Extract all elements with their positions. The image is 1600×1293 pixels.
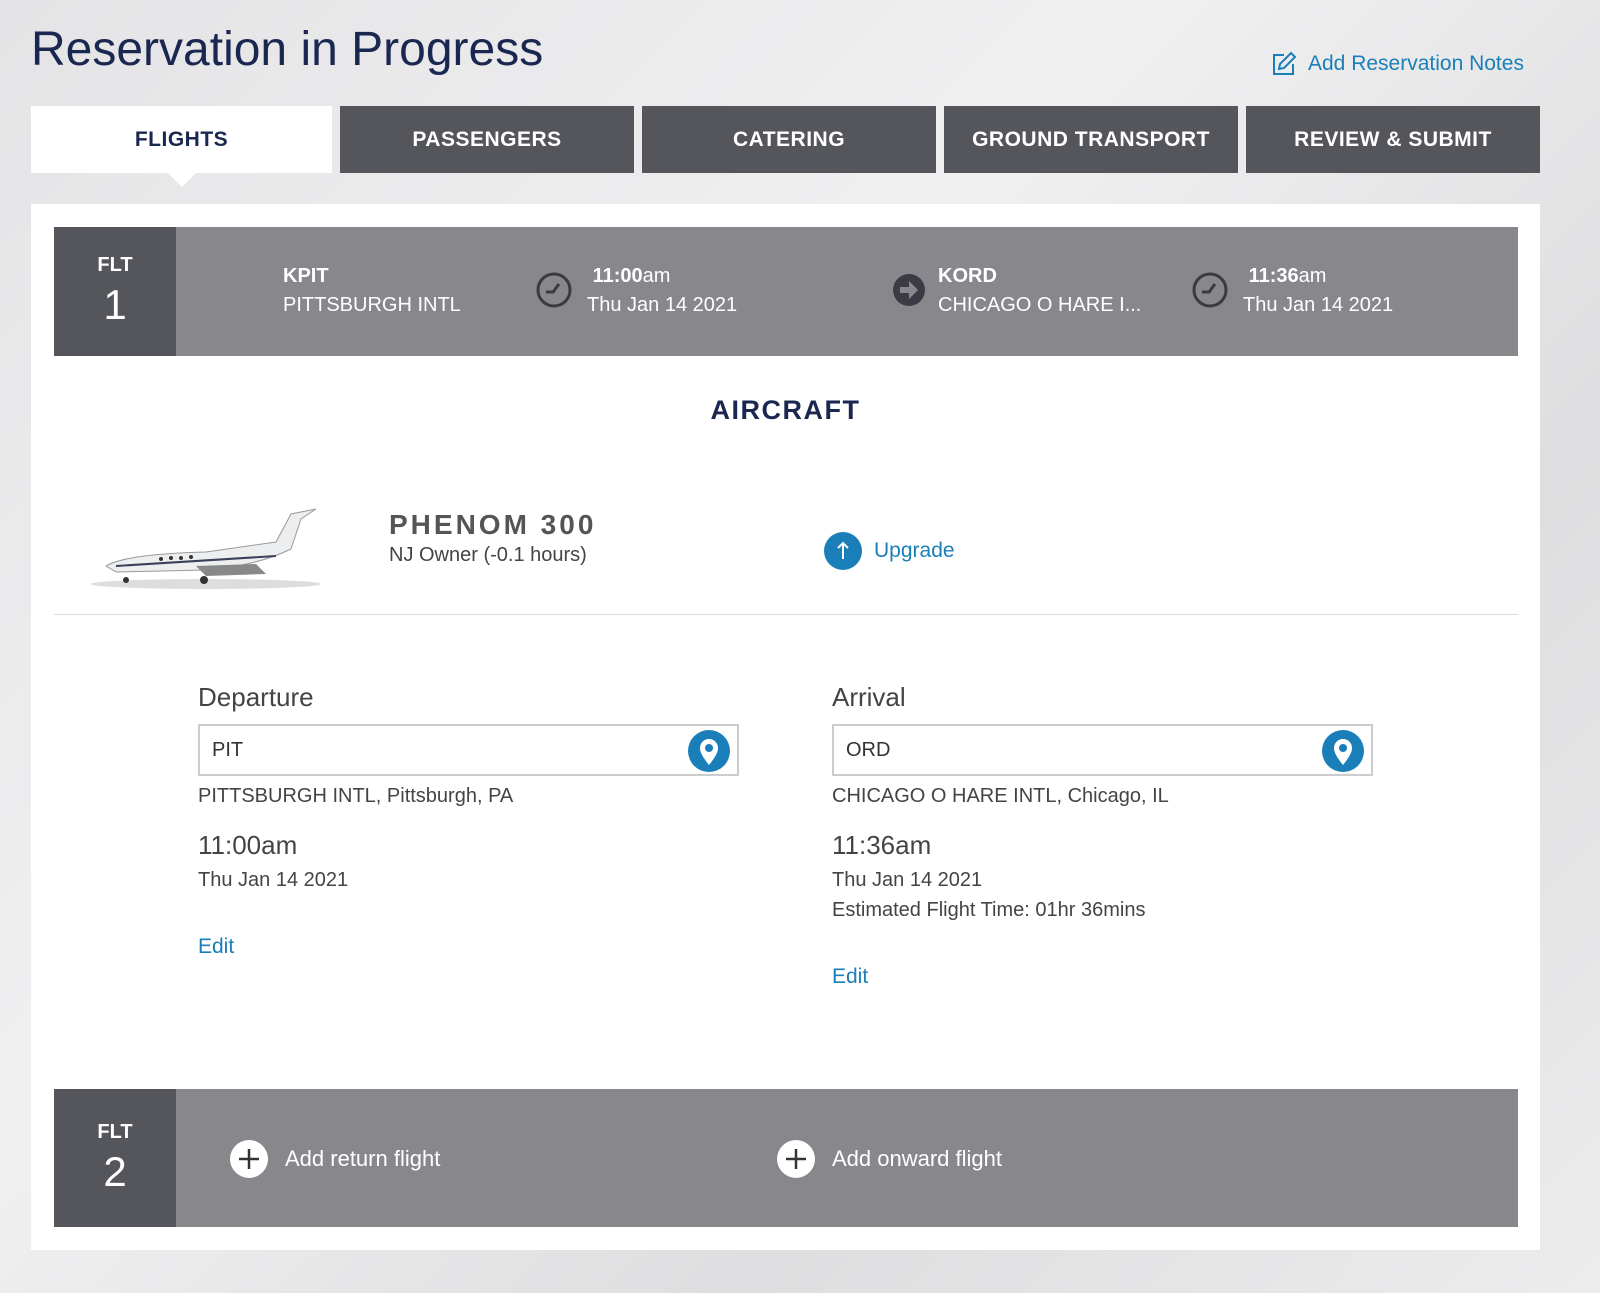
flight-number-box: FLT 1	[54, 227, 176, 356]
flights-panel: FLT 1 KPIT PITTSBURGH INTL 11:00am Thu J…	[31, 204, 1540, 1250]
arrival-date: Thu Jan 14 2021	[832, 869, 983, 891]
departure-input[interactable]: PIT	[198, 724, 739, 776]
plus-circle-icon	[230, 1140, 268, 1178]
arr-time: 11:36	[1248, 265, 1299, 287]
dep-time-suffix: am	[642, 265, 671, 287]
arrival-time: 11:36am	[832, 830, 932, 860]
departure-airport: PITTSBURGH INTL, Pittsburgh, PA	[198, 785, 514, 807]
plus-circle-icon	[777, 1140, 815, 1178]
departure-edit-link[interactable]: Edit	[198, 935, 234, 959]
flt-label: FLT	[97, 1120, 133, 1143]
dest-name: CHICAGO O HARE I...	[938, 294, 1142, 316]
flt-number: 2	[103, 1147, 127, 1195]
dep-date: Thu Jan 14 2021	[587, 294, 738, 316]
flight-2-bar: FLT 2 Add return flight Add onward fligh…	[54, 1089, 1518, 1227]
departure-date: Thu Jan 14 2021	[198, 869, 349, 891]
upgrade-label: Upgrade	[874, 539, 955, 562]
tab-ground-transport[interactable]: GROUND TRANSPORT	[944, 106, 1238, 173]
arrival-airport: CHICAGO O HARE INTL, Chicago, IL	[832, 785, 1169, 807]
tab-flights[interactable]: FLIGHTS	[31, 106, 332, 187]
notes-label: Add Reservation Notes	[1308, 52, 1524, 75]
tab-catering[interactable]: CATERING	[642, 106, 936, 173]
arrival-input[interactable]: ORD	[832, 724, 1373, 776]
add-return-flight-button[interactable]: Add return flight	[229, 1139, 440, 1179]
map-pin-icon[interactable]	[1321, 729, 1365, 773]
arrow-right-circle-icon	[893, 274, 925, 306]
add-onward-flight-button[interactable]: Add onward flight	[776, 1139, 1002, 1179]
flt-label: FLT	[97, 254, 133, 276]
edit-icon	[1273, 51, 1297, 75]
clock-icon	[1192, 272, 1228, 308]
departure-value: PIT	[212, 738, 244, 761]
arr-date: Thu Jan 14 2021	[1243, 294, 1394, 316]
flt-number: 1	[103, 281, 127, 328]
page-title: Reservation in Progress	[31, 23, 544, 76]
clock-icon	[536, 272, 572, 308]
upgrade-button[interactable]: Upgrade	[824, 532, 955, 570]
map-pin-icon[interactable]	[687, 729, 731, 773]
arrow-up-circle-icon	[824, 532, 862, 570]
flight-number-box: FLT 2	[54, 1089, 176, 1227]
aircraft-heading: AIRCRAFT	[710, 395, 861, 425]
arr-time-suffix: am	[1298, 265, 1327, 287]
dest-code: KORD	[938, 265, 997, 287]
dep-time: 11:00	[592, 265, 643, 287]
tab-review-submit[interactable]: REVIEW & SUBMIT	[1246, 106, 1540, 173]
add-return-label: Add return flight	[285, 1146, 441, 1171]
flight-1-summary-bar: FLT 1 KPIT PITTSBURGH INTL 11:00am Thu J…	[54, 227, 1518, 356]
aircraft-detail: NJ Owner (-0.1 hours)	[389, 544, 587, 566]
aircraft-image	[91, 508, 321, 589]
origin-code: KPIT	[283, 265, 329, 287]
divider	[54, 614, 1518, 615]
tab-passengers[interactable]: PASSENGERS	[340, 106, 634, 173]
arrival-value: ORD	[846, 738, 891, 761]
arrival-label: Arrival	[832, 682, 906, 712]
arrival-edit-link[interactable]: Edit	[832, 965, 868, 989]
estimated-flight-time: Estimated Flight Time: 01hr 36mins	[832, 899, 1146, 921]
add-onward-label: Add onward flight	[832, 1146, 1002, 1171]
add-reservation-notes-link[interactable]: Add Reservation Notes	[1270, 50, 1524, 78]
departure-label: Departure	[198, 682, 314, 712]
aircraft-name: PHENOM 300	[389, 509, 597, 540]
departure-time: 11:00am	[198, 830, 298, 860]
origin-name: PITTSBURGH INTL	[283, 294, 461, 316]
